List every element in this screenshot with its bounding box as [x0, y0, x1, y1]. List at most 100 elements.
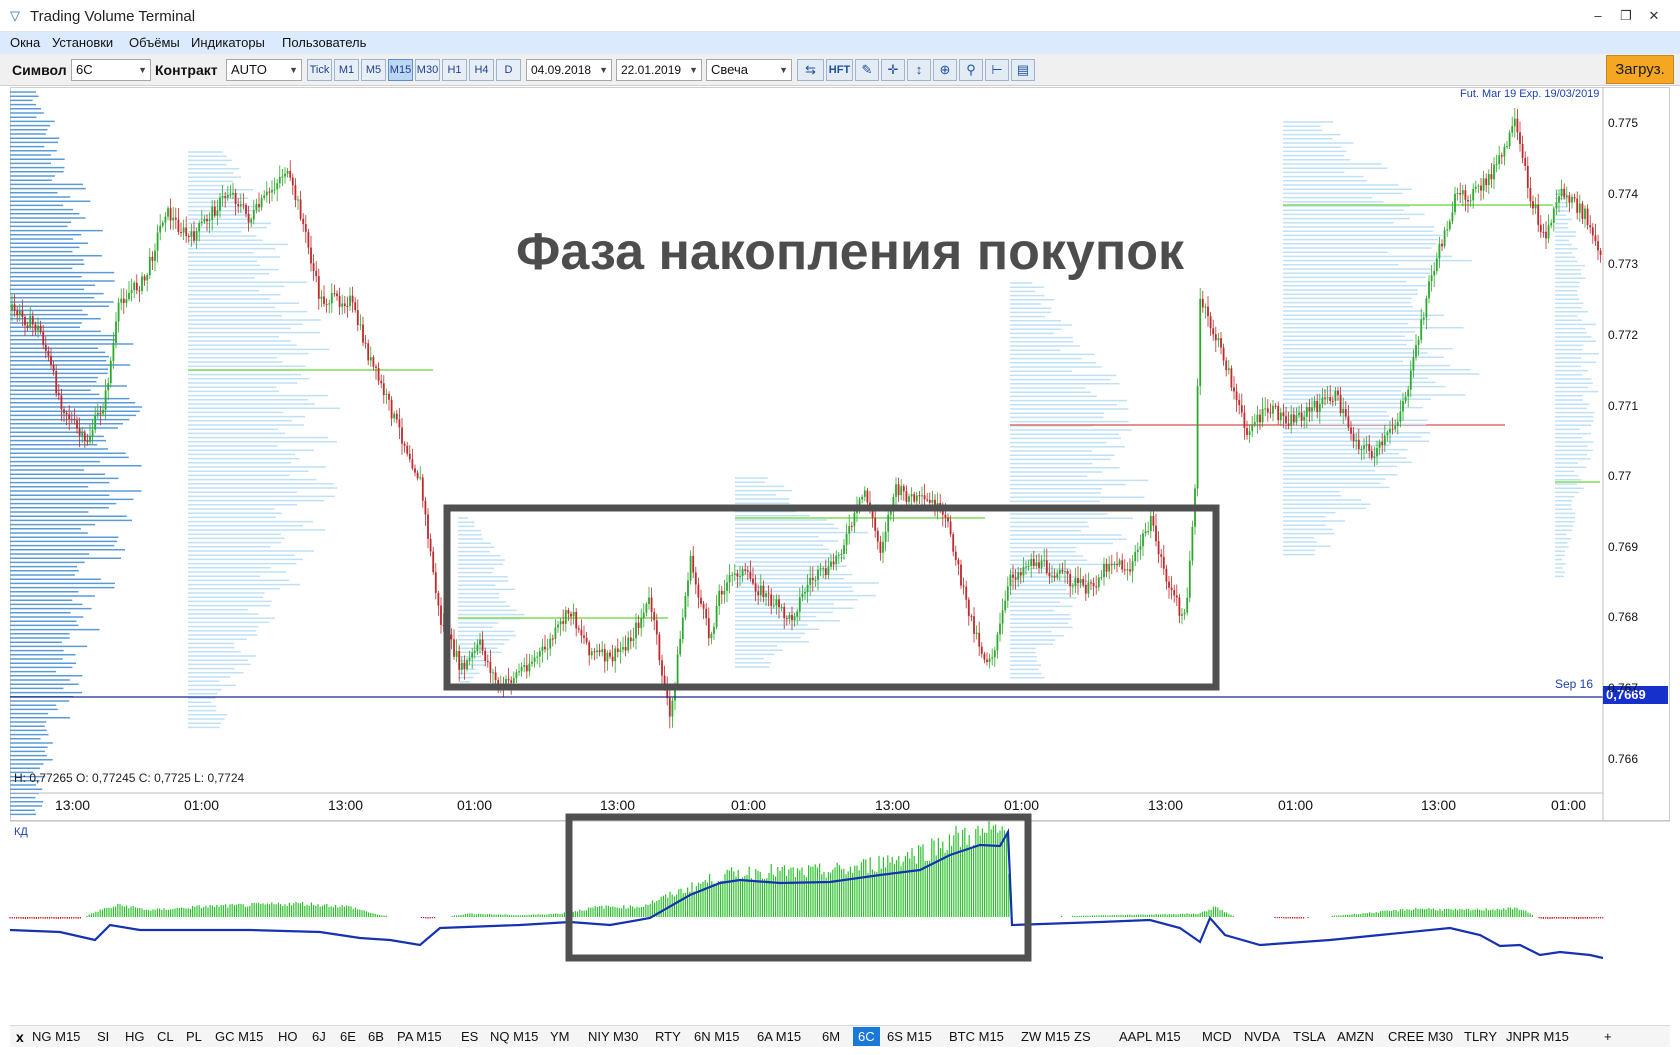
symbol-tab[interactable]: 6N M15 — [694, 1029, 740, 1044]
candle-body — [949, 521, 952, 535]
symbol-tab[interactable]: GC M15 — [215, 1029, 263, 1044]
candle-body — [817, 569, 819, 581]
candle-body — [1240, 405, 1243, 413]
close-icon[interactable]: x — [16, 1029, 24, 1045]
candle-body — [1173, 590, 1176, 596]
x-tick: 01:00 — [184, 797, 220, 813]
candle-body — [1303, 416, 1306, 421]
symbol-tab[interactable]: NIY M30 — [588, 1029, 638, 1044]
symbol-tab[interactable]: 6J — [312, 1029, 326, 1044]
candle-body — [1495, 164, 1498, 166]
symbol-tab[interactable]: TLRY — [1464, 1029, 1497, 1044]
symbol-tab[interactable]: PA M15 — [397, 1029, 442, 1044]
symbol-tab[interactable]: ZS — [1074, 1029, 1091, 1044]
candle-body — [1493, 164, 1495, 180]
candle-body — [473, 651, 476, 653]
candle-body — [1082, 578, 1085, 586]
candle-body — [619, 649, 622, 652]
candle-body — [1454, 193, 1456, 213]
symbol-tab[interactable]: NVDA — [1244, 1029, 1280, 1044]
x-tick: 01:00 — [731, 797, 767, 813]
symbol-tab[interactable]: 6E — [340, 1029, 356, 1044]
candle-body — [1290, 414, 1293, 426]
symbol-tab[interactable]: 6M — [822, 1029, 840, 1044]
symbol-tab[interactable]: 6S M15 — [887, 1029, 932, 1044]
symbol-tab[interactable]: AMZN — [1337, 1029, 1374, 1044]
candle-body — [648, 597, 650, 604]
symbol-tab[interactable]: 6A M15 — [757, 1029, 801, 1044]
candle-body — [884, 531, 887, 542]
candle-body — [947, 517, 949, 522]
symbol-tab[interactable]: TSLA — [1293, 1029, 1326, 1044]
candle-body — [390, 399, 393, 419]
candle-body — [96, 412, 99, 416]
candle-body — [528, 663, 531, 672]
candle-body — [544, 646, 546, 650]
candle-body — [1108, 564, 1111, 572]
candle-body — [1350, 427, 1352, 434]
candle-body — [237, 204, 240, 206]
candle-body — [1155, 525, 1157, 542]
symbol-tab[interactable]: CREE M30 — [1388, 1029, 1453, 1044]
candle-body — [980, 646, 983, 654]
candle-body — [1256, 414, 1259, 423]
symbol-tab[interactable]: 6B — [368, 1029, 384, 1044]
annotation-title: Фаза накопления покупок — [516, 223, 1185, 281]
candle-body — [1482, 178, 1485, 191]
candle-body — [414, 468, 416, 473]
candle-body — [775, 599, 778, 606]
candle-body — [177, 219, 180, 232]
candle-body — [1537, 204, 1540, 225]
candle-body — [1519, 132, 1521, 144]
candle-body — [1459, 193, 1462, 195]
candle-body — [143, 276, 146, 281]
symbol-tab[interactable]: JNPR M15 — [1506, 1029, 1569, 1044]
symbol-tab[interactable]: NG M15 — [32, 1029, 80, 1044]
symbol-tab[interactable]: BTC M15 — [949, 1029, 1004, 1044]
symbol-tab[interactable]: NQ M15 — [490, 1029, 538, 1044]
symbol-tab[interactable]: ES — [461, 1029, 478, 1044]
add-symbol-button[interactable]: + — [1604, 1029, 1612, 1044]
candle-body — [463, 662, 466, 669]
candle-body — [208, 219, 211, 222]
symbol-tab[interactable]: 6C — [853, 1027, 880, 1046]
candle-body — [661, 660, 663, 676]
candle-body — [273, 189, 276, 191]
candle-body — [541, 646, 544, 652]
symbol-tab[interactable]: YM — [550, 1029, 570, 1044]
candle-body — [200, 221, 203, 223]
candle-body — [606, 652, 609, 662]
candle-body — [1352, 433, 1355, 442]
symbol-tab[interactable]: HG — [125, 1029, 145, 1044]
symbol-tab[interactable]: SI — [97, 1029, 109, 1044]
symbol-tab[interactable]: AAPL M15 — [1119, 1029, 1181, 1044]
candle-body — [733, 573, 736, 575]
candle-body — [156, 232, 159, 251]
candle-body — [310, 247, 312, 264]
candle-body — [1435, 258, 1438, 271]
candle-body — [523, 665, 526, 667]
candle-body — [1186, 597, 1189, 613]
candle-body — [47, 350, 50, 356]
symbol-tab[interactable]: RTY — [655, 1029, 681, 1044]
x-tick: 13:00 — [875, 797, 911, 813]
symbol-tab[interactable]: MCD — [1202, 1029, 1232, 1044]
symbol-tab[interactable]: PL — [186, 1029, 202, 1044]
symbol-tab[interactable]: HO — [278, 1029, 298, 1044]
candle-body — [325, 303, 328, 305]
candle-body — [24, 317, 26, 326]
candle-body — [398, 419, 401, 428]
candle-body — [694, 572, 697, 585]
candle-body — [1259, 414, 1261, 423]
x-tick: 13:00 — [1421, 797, 1457, 813]
symbol-tab[interactable]: CL — [157, 1029, 174, 1044]
candle-body — [226, 195, 229, 198]
candle-body — [705, 608, 708, 619]
candle-body — [291, 177, 294, 186]
candle-body — [1386, 432, 1389, 436]
candle-body — [18, 311, 21, 316]
candle-body — [307, 231, 310, 248]
symbol-tab[interactable]: ZW M15 — [1021, 1029, 1070, 1044]
candle-body — [1526, 166, 1529, 188]
candle-body — [60, 395, 63, 410]
